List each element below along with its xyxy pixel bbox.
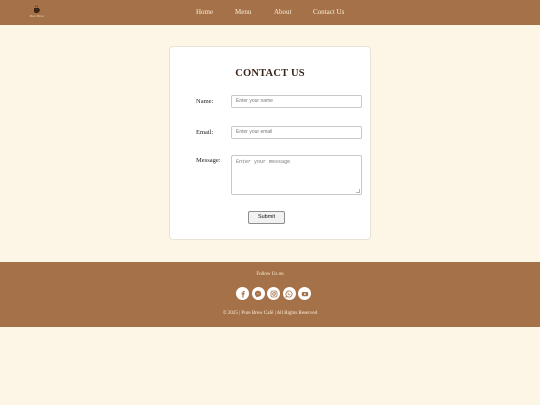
- messenger-icon[interactable]: [251, 287, 265, 300]
- email-input[interactable]: Enter your email: [231, 126, 362, 139]
- nav-item-menu[interactable]: Menu: [235, 8, 251, 16]
- follow-text: Follow Us on: [256, 272, 284, 277]
- name-label: Name:: [196, 98, 214, 105]
- facebook-icon[interactable]: [236, 287, 249, 300]
- contact-form-card: CONTACT US Name: Enter your name Email: …: [169, 46, 371, 240]
- email-label: Email:: [196, 129, 214, 136]
- social-links: [236, 287, 312, 300]
- nav-item-contact-us[interactable]: Contact Us: [313, 8, 344, 16]
- message-placeholder: Enter your message: [236, 159, 291, 165]
- nav-item-about[interactable]: About: [274, 8, 292, 16]
- submit-button[interactable]: Submit: [248, 211, 285, 224]
- site-header: Pure Brew Home Menu About Contact Us: [0, 0, 540, 25]
- site-footer: Follow Us on © 2025 | Pure Brew Café | A…: [0, 262, 540, 327]
- youtube-icon[interactable]: [298, 287, 311, 300]
- message-textarea[interactable]: Enter your message: [231, 155, 362, 195]
- message-label: Message:: [196, 157, 221, 164]
- nav-item-home[interactable]: Home: [196, 8, 213, 16]
- contact-title: CONTACT US: [235, 68, 305, 79]
- whatsapp-icon[interactable]: [282, 287, 296, 300]
- main-nav: Home Menu About Contact Us: [0, 0, 540, 25]
- resize-handle-icon[interactable]: [356, 189, 360, 193]
- name-input[interactable]: Enter your name: [231, 95, 362, 108]
- instagram-icon[interactable]: [267, 287, 280, 300]
- copyright-text: © 2025 | Pure Brew Café | All Rights Res…: [222, 311, 318, 316]
